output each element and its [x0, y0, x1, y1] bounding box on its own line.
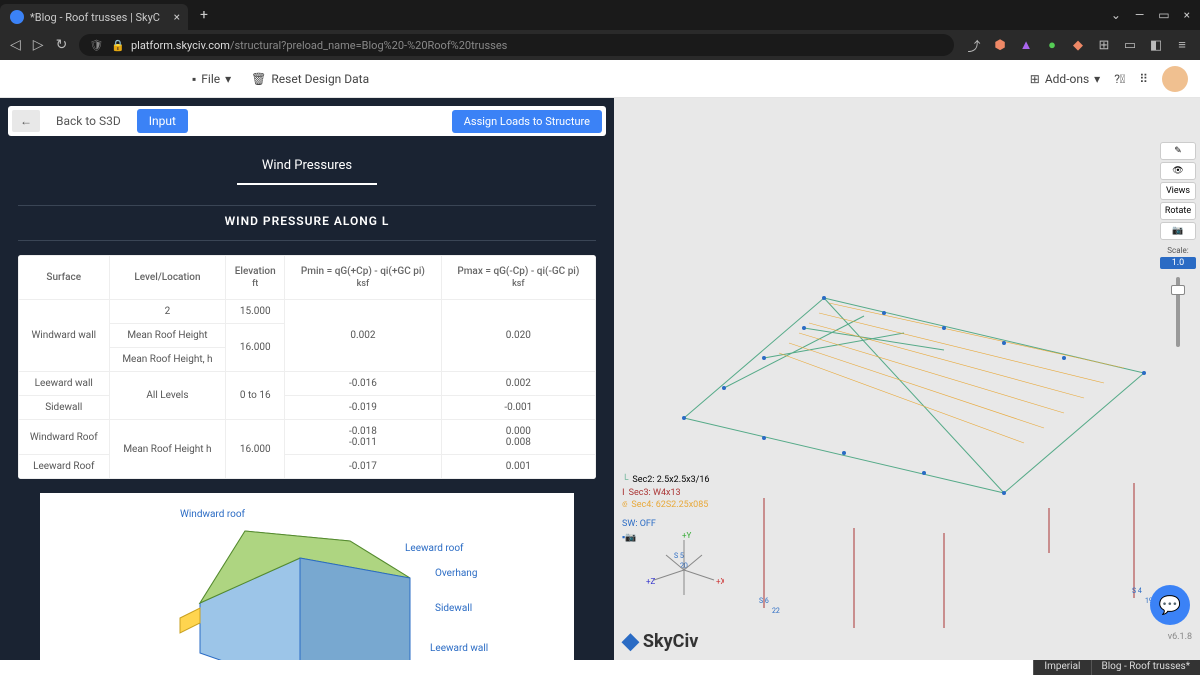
svg-text:S 6: S 6	[759, 597, 769, 605]
rotate-button[interactable]: Rotate	[1160, 202, 1196, 220]
axis-gizmo[interactable]: +X +Y +Z	[644, 530, 724, 610]
pencil-icon[interactable]: ✎	[1160, 142, 1196, 160]
table-row: Windward Roof Mean Roof Height h 16.000 …	[19, 420, 596, 455]
back-icon[interactable]: ◁	[10, 37, 21, 53]
ext-icon-2[interactable]: ▲	[1018, 37, 1034, 53]
views-button[interactable]: Views	[1160, 182, 1196, 200]
table-row: Sidewall -0.019 -0.001	[19, 396, 596, 420]
avatar[interactable]	[1162, 66, 1188, 92]
table-row: Leeward wall All Levels 0 to 16 -0.016 0…	[19, 372, 596, 396]
back-button[interactable]: ←	[12, 110, 40, 132]
help-icon[interactable]: ?⃝	[1114, 72, 1125, 86]
ext-icon-6[interactable]: ▭	[1122, 38, 1138, 53]
viewport-tools: ✎ 👁 Views Rotate 📷 Scale: 1.0	[1160, 142, 1196, 353]
left-panel: ← Back to S3D Input Assign Loads to Stru…	[0, 98, 614, 660]
table-row: Windward wall 2 15.000 0.002 0.020	[19, 300, 596, 324]
new-tab-button[interactable]: +	[196, 3, 212, 27]
tab-title: *Blog - Roof trusses | SkyC	[30, 11, 160, 24]
share-icon[interactable]: ⤴	[966, 36, 982, 55]
app-toolbar: ▪ File ▾ 🗑 Reset Design Data ⊞ Add-ons ▾…	[0, 60, 1200, 98]
minimize-icon[interactable]: —	[1135, 8, 1144, 22]
file-name[interactable]: Blog - Roof trusses*	[1091, 660, 1200, 675]
chevron-down-icon[interactable]: ⌄	[1111, 8, 1121, 22]
close-icon[interactable]: ×	[174, 10, 180, 24]
skyciv-logo: ◆SkyCiv	[622, 629, 698, 654]
browser-tab-bar: *Blog - Roof trusses | SkyC × + ⌄ — ▭ ×	[0, 0, 1200, 30]
favicon	[10, 10, 24, 24]
maximize-icon[interactable]: ▭	[1158, 8, 1169, 22]
svg-text:22: 22	[772, 607, 780, 615]
scale-value: 1.0	[1160, 257, 1196, 269]
ext-icon-5[interactable]: ⊞	[1096, 38, 1112, 53]
forward-icon[interactable]: ▷	[33, 37, 44, 53]
svg-text:+X: +X	[716, 577, 724, 586]
svg-text:+Y: +Y	[682, 531, 692, 540]
file-menu[interactable]: ▪ File ▾	[192, 72, 231, 86]
ext-icon-3[interactable]: ●	[1044, 37, 1060, 53]
ext-icon-4[interactable]: ◆	[1070, 38, 1086, 53]
house-diagram: Windward roof Leeward roof Overhang Side…	[40, 493, 574, 660]
browser-tab[interactable]: *Blog - Roof trusses | SkyC ×	[0, 4, 188, 30]
reload-icon[interactable]: ↻	[56, 37, 68, 53]
input-button[interactable]: Input	[137, 109, 188, 133]
version-label: v6.1.8	[1168, 632, 1192, 642]
url-input[interactable]: 🛡 🔒 platform.skyciv.com/structural?prelo…	[79, 34, 954, 56]
shield-icon: 🛡	[89, 39, 103, 52]
status-bar: Imperial Blog - Roof trusses*	[1033, 660, 1200, 675]
scale-slider[interactable]	[1176, 277, 1180, 347]
svg-text:S 4: S 4	[1132, 587, 1142, 595]
wind-pressure-table: Surface Level/Location Elevationft Pmin …	[18, 255, 596, 479]
sidebar-icon[interactable]: ◧	[1148, 38, 1164, 53]
scale-label: Scale:	[1160, 246, 1196, 255]
lock-icon: 🔒	[111, 39, 125, 52]
chat-button[interactable]: 💬	[1150, 585, 1190, 625]
close-window-icon[interactable]: ×	[1184, 8, 1190, 22]
apps-icon[interactable]: ⠿	[1139, 72, 1148, 86]
3d-viewport[interactable]: S 520 S 622 S 724 S 826 S 419 └ Sec2: 2.…	[614, 98, 1200, 660]
section-title: WIND PRESSURE ALONG L	[0, 206, 614, 240]
panel-tab-title: Wind Pressures	[0, 144, 614, 183]
assign-loads-button[interactable]: Assign Loads to Structure	[452, 110, 602, 133]
addons-menu[interactable]: ⊞ Add-ons ▾	[1030, 72, 1100, 86]
address-bar: ◁ ▷ ↻ 🛡 🔒 platform.skyciv.com/structural…	[0, 30, 1200, 60]
reset-button[interactable]: 🗑 Reset Design Data	[251, 72, 369, 86]
menu-icon[interactable]: ≡	[1174, 37, 1190, 53]
camera-icon[interactable]: 📷	[1160, 222, 1196, 240]
table-row: Leeward Roof -0.017 0.001	[19, 455, 596, 479]
svg-text:+Z: +Z	[646, 577, 656, 586]
back-to-s3d-link[interactable]: Back to S3D	[48, 110, 129, 132]
units-indicator[interactable]: Imperial	[1033, 660, 1090, 675]
eye-icon[interactable]: 👁	[1160, 162, 1196, 180]
ext-icon-1[interactable]: ⬢	[992, 38, 1008, 53]
